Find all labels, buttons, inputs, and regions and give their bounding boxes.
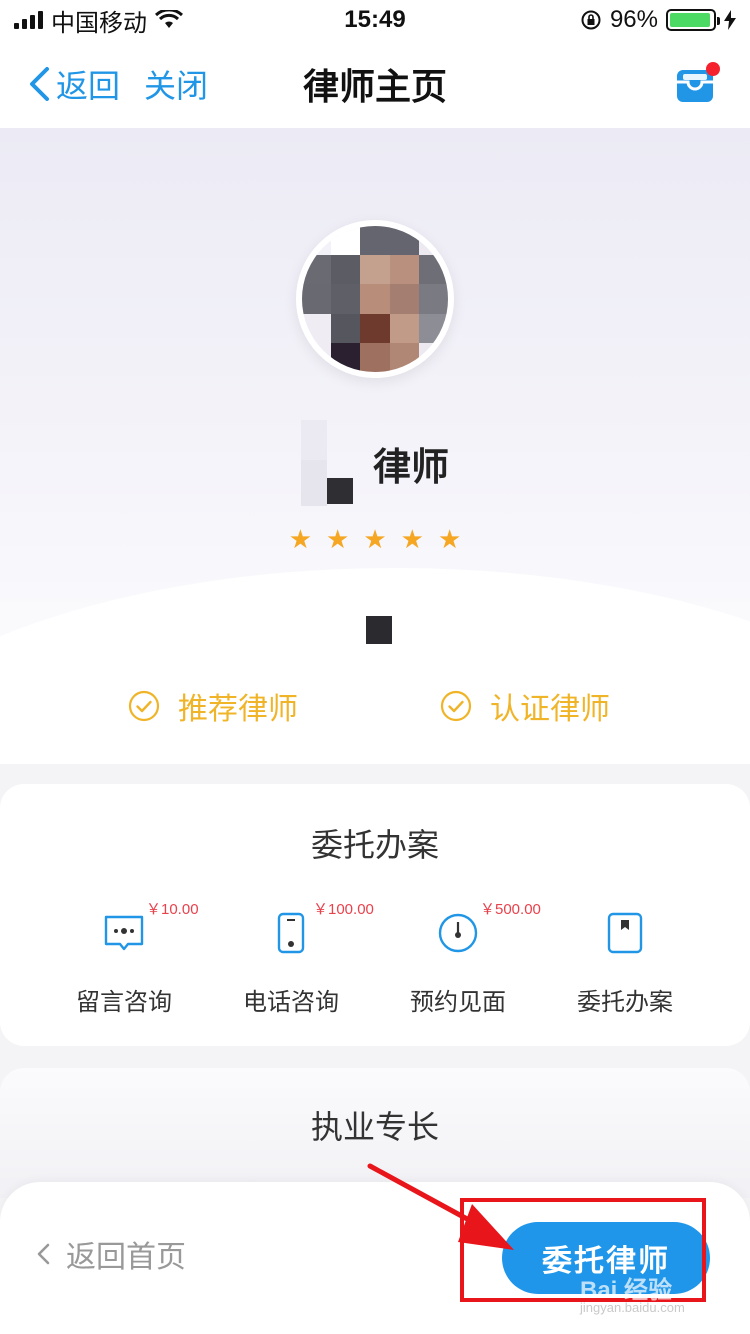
service-price: ￥100.00: [313, 901, 374, 918]
badge-label: 推荐律师: [178, 693, 298, 726]
back-home-label: 返回首页: [66, 1241, 186, 1274]
back-home-button[interactable]: 返回首页: [36, 1232, 186, 1276]
message-icon: [104, 915, 144, 951]
lawyer-name-row: 律师: [0, 418, 750, 508]
message-button[interactable]: [676, 62, 720, 104]
badge-certified: 认证律师: [440, 684, 610, 728]
service-label: 预约见面: [410, 989, 506, 1016]
clock-icon: [438, 913, 478, 953]
service-appointment[interactable]: ￥500.00 预约见面: [374, 901, 542, 1017]
service-price: ￥10.00: [146, 901, 199, 918]
back-label: 返回: [56, 68, 121, 104]
expertise-title: 执业专长: [310, 1109, 439, 1145]
service-label: 委托办案: [577, 989, 673, 1016]
battery-icon: [666, 9, 720, 31]
status-left: 中国移动: [14, 3, 183, 38]
wifi-icon: [155, 10, 183, 28]
battery-percent: 96%: [609, 6, 658, 33]
rating-stars: ★★★★★: [288, 524, 476, 554]
notification-dot: [706, 62, 720, 76]
watermark-url: jingyan.baidu.com: [580, 1300, 685, 1315]
lawyer-name: 律师: [372, 446, 449, 489]
arrow-annotation: [367, 1163, 514, 1250]
nav-bar: 返回 关闭 律师主页: [0, 40, 750, 128]
status-right: 96%: [580, 6, 736, 34]
chevron-left-icon: [37, 1243, 50, 1265]
badge-label: 认证律师: [490, 693, 610, 726]
services-title: 委托办案: [310, 827, 439, 863]
profile-header: 律师 ★★★★★ 推荐律师 认证律师: [0, 128, 750, 764]
phone-icon: [277, 912, 305, 954]
check-circle-icon: [440, 690, 472, 722]
services-row: ￥10.00 留言咨询 ￥100.00 电话咨询 ￥500.00 预约见面 委托…: [0, 901, 750, 1017]
chevron-left-icon: [30, 67, 49, 101]
signal-icon: [14, 11, 43, 29]
mosaic-block: [366, 616, 392, 644]
close-button[interactable]: 关闭: [144, 61, 208, 107]
service-label: 电话咨询: [243, 989, 339, 1016]
services-card: 委托办案 ￥10.00 留言咨询 ￥100.00 电话咨询 ￥500.00 预约…: [0, 784, 750, 1046]
status-bar: 中国移动 15:49 96%: [0, 0, 750, 40]
service-entrust[interactable]: 委托办案: [541, 904, 709, 1017]
check-circle-icon: [128, 690, 160, 722]
background-curve: [0, 568, 750, 764]
service-label: 留言咨询: [76, 989, 172, 1016]
service-phone[interactable]: ￥100.00 电话咨询: [207, 901, 375, 1017]
badge-recommended: 推荐律师: [128, 684, 298, 728]
bookmark-icon: [607, 912, 643, 954]
charging-icon: [724, 10, 736, 30]
rotation-lock-icon: [581, 10, 601, 30]
name-mosaic: [300, 420, 353, 506]
avatar: [296, 220, 454, 378]
carrier-label: 中国移动: [51, 9, 147, 37]
service-price: ￥500.00: [480, 901, 541, 918]
back-button[interactable]: 返回: [28, 61, 120, 107]
service-message[interactable]: ￥10.00 留言咨询: [40, 901, 208, 1017]
battery-fill: [670, 13, 711, 27]
badges: 推荐律师 认证律师: [0, 684, 750, 734]
